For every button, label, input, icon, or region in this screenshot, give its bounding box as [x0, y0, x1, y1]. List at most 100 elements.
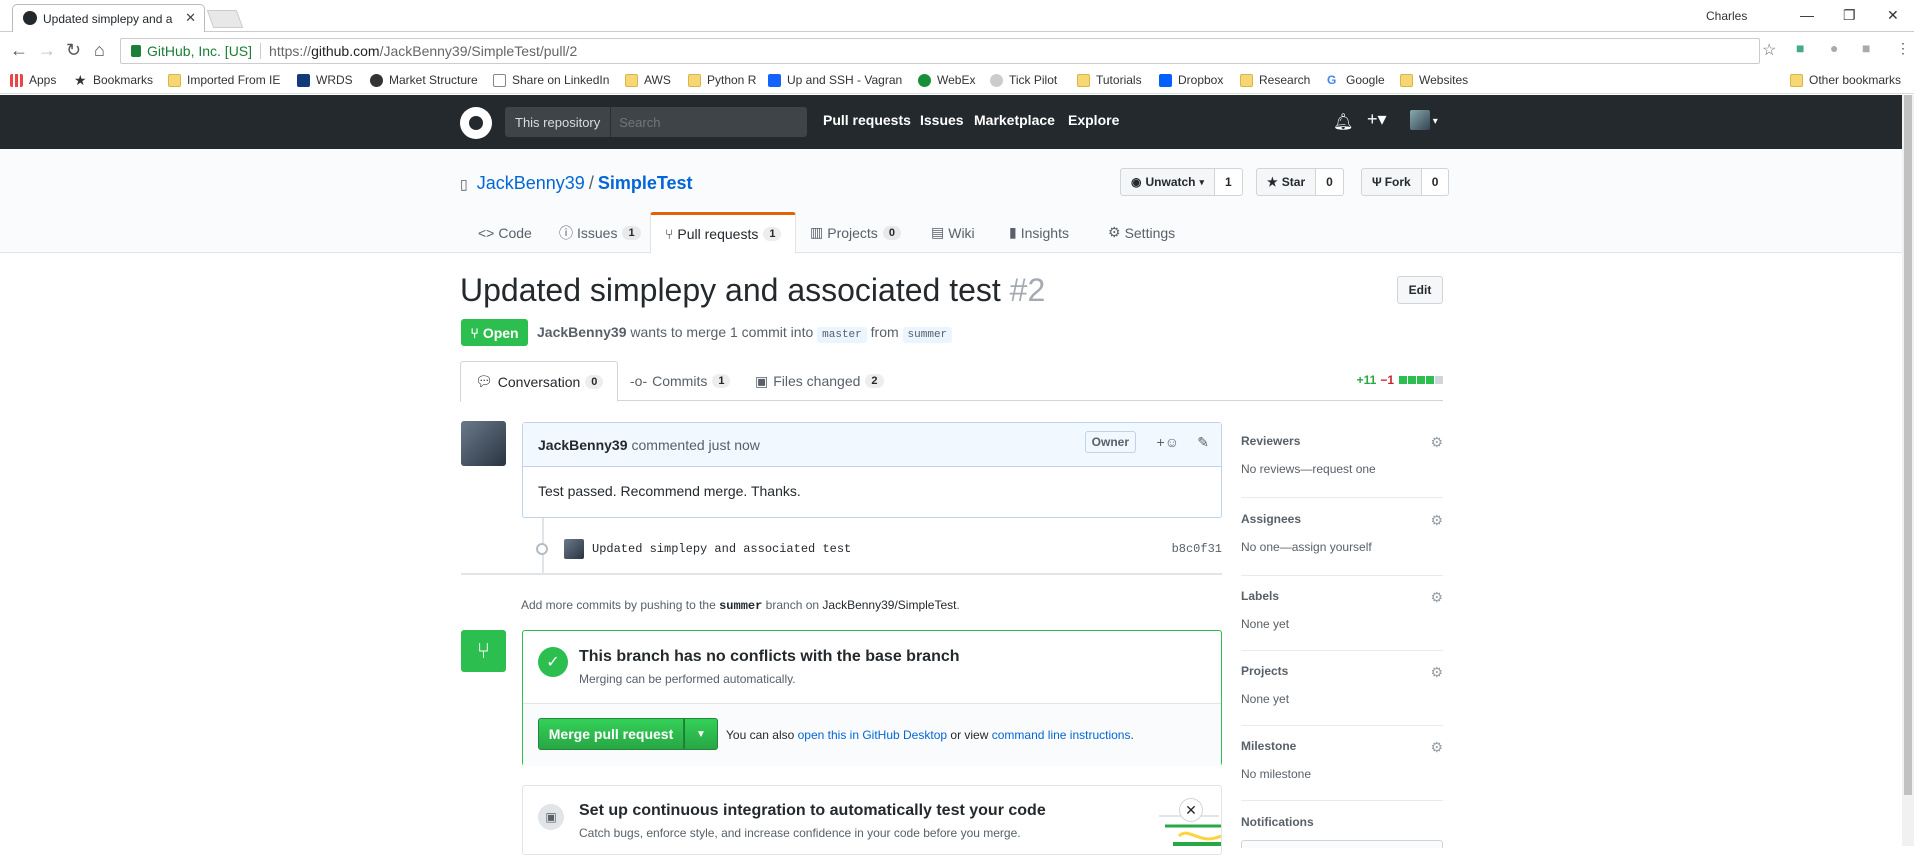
- gear-icon[interactable]: ⚙: [1430, 434, 1443, 451]
- star-bookmark-icon[interactable]: ☆: [1762, 40, 1776, 60]
- bookmark-websites[interactable]: Websites: [1400, 73, 1468, 87]
- folder-icon: [168, 73, 181, 87]
- repo-name-link[interactable]: SimpleTest: [598, 173, 693, 193]
- minimize-icon[interactable]: —: [1800, 7, 1814, 23]
- repo-owner-link[interactable]: JackBenny39: [477, 173, 585, 193]
- command-line-link[interactable]: command line instructions: [992, 728, 1131, 742]
- base-branch[interactable]: master: [817, 327, 867, 343]
- diffstat[interactable]: +11 −1: [1357, 373, 1443, 387]
- search-input[interactable]: [611, 114, 792, 130]
- gear-icon[interactable]: ⚙: [1430, 589, 1443, 606]
- profile-name[interactable]: Charles: [1706, 9, 1747, 23]
- new-tab-button[interactable]: [206, 10, 244, 28]
- commit-sha-link[interactable]: b8c0f31: [1172, 542, 1222, 556]
- tab-files-changed[interactable]: ▣ Files changed 2: [755, 361, 884, 401]
- restore-icon[interactable]: ❐: [1843, 7, 1856, 24]
- bookmark-linkedin[interactable]: Share on LinkedIn: [493, 73, 609, 87]
- fork-count[interactable]: 0: [1421, 168, 1450, 196]
- projects-count: 0: [882, 225, 901, 240]
- gear-icon[interactable]: ⚙: [1430, 739, 1443, 756]
- nav-issues[interactable]: Issues: [920, 112, 964, 128]
- head-branch[interactable]: summer: [902, 327, 953, 343]
- tab-projects[interactable]: ▥ Projects 0: [810, 212, 901, 253]
- comment-author-link[interactable]: JackBenny39: [538, 437, 628, 453]
- watch-count[interactable]: 1: [1215, 168, 1243, 196]
- forward-icon[interactable]: →: [38, 40, 56, 61]
- github-logo-icon[interactable]: [460, 107, 492, 139]
- github-desktop-link[interactable]: open this in GitHub Desktop: [798, 728, 947, 742]
- search-scope[interactable]: This repository: [505, 107, 612, 137]
- sidebar-heading: Assignees: [1241, 512, 1302, 526]
- fork-button[interactable]: Ψ Fork: [1361, 168, 1422, 196]
- bookmark-wrds[interactable]: WRDS: [297, 73, 353, 87]
- sidebar-value[interactable]: No one—assign yourself: [1241, 540, 1443, 554]
- tab-wiki[interactable]: ▤ Wiki: [931, 212, 975, 253]
- reload-icon[interactable]: ↻: [66, 40, 81, 61]
- menu-icon[interactable]: ⋮: [1896, 40, 1910, 57]
- close-tab-icon[interactable]: ✕: [185, 10, 196, 26]
- tab-insights[interactable]: ▮ Insights: [1009, 212, 1069, 253]
- back-icon[interactable]: ←: [10, 40, 28, 61]
- comment-time[interactable]: commented just now: [632, 437, 760, 453]
- add-reaction-icon[interactable]: +☺: [1157, 434, 1179, 450]
- edit-button[interactable]: Edit: [1397, 276, 1443, 304]
- tab-pull-requests[interactable]: ⑂ Pull requests 1: [650, 212, 797, 254]
- merge-options-dropdown[interactable]: ▼: [684, 718, 718, 750]
- folder-icon: [1240, 73, 1253, 87]
- sidebar-milestone: Milestone ⚙ No milestone: [1241, 739, 1443, 801]
- commit-message-link[interactable]: Updated simplepy and associated test: [592, 542, 851, 556]
- close-icon[interactable]: ✕: [1179, 798, 1203, 822]
- tab-conversation[interactable]: 💬︎ Conversation 0: [460, 361, 619, 402]
- tab-commits[interactable]: -o- Commits 1: [630, 361, 731, 401]
- avatar[interactable]: [564, 539, 584, 559]
- chevron-down-icon: ▾: [1430, 116, 1438, 128]
- bookmark-other[interactable]: Other bookmarks: [1790, 73, 1901, 87]
- plus-dropdown-icon[interactable]: +▾: [1367, 109, 1387, 130]
- extension-icon[interactable]: ●: [1830, 40, 1838, 56]
- merge-pull-request-button[interactable]: Merge pull request: [538, 718, 684, 750]
- bookmark-aws[interactable]: AWS: [625, 73, 671, 87]
- scrollbar-thumb[interactable]: [1904, 95, 1912, 795]
- sidebar-assignees: Assignees ⚙ No one—assign yourself: [1241, 512, 1443, 576]
- star-count[interactable]: 0: [1316, 168, 1344, 196]
- browser-tab[interactable]: Updated simplepy and a ✕: [12, 4, 205, 32]
- merge-box: ✓ This branch has no conflicts with the …: [522, 630, 1222, 766]
- pr-author-link[interactable]: JackBenny39: [537, 324, 627, 340]
- nav-explore[interactable]: Explore: [1068, 112, 1119, 128]
- bookmark-vagrant[interactable]: Up and SSH - Vagran: [768, 73, 902, 87]
- home-icon[interactable]: ⌂: [94, 40, 105, 61]
- gear-icon[interactable]: ⚙: [1430, 664, 1443, 681]
- bell-icon[interactable]: 🔔︎: [1333, 112, 1353, 132]
- subscribe-button[interactable]: [1241, 840, 1443, 848]
- tab-code[interactable]: <> Code: [478, 212, 532, 253]
- unwatch-button[interactable]: ◉ Unwatch ▾: [1120, 168, 1216, 196]
- tab-issues[interactable]: ⓘ Issues 1: [559, 212, 641, 253]
- bookmark-tutorials[interactable]: Tutorials: [1077, 73, 1142, 87]
- star-button[interactable]: ★ Star: [1256, 168, 1317, 196]
- extension-icon[interactable]: ■: [1796, 40, 1804, 56]
- bookmark-tick-pilot[interactable]: Tick Pilot: [990, 73, 1057, 87]
- nav-pull-requests[interactable]: Pull requests: [823, 112, 911, 128]
- bookmark-research[interactable]: Research: [1240, 73, 1310, 87]
- nav-marketplace[interactable]: Marketplace: [974, 112, 1055, 128]
- avatar-dropdown[interactable]: ▾: [1410, 110, 1438, 130]
- bookmark-webex[interactable]: WebEx: [918, 73, 975, 87]
- tab-settings[interactable]: ⚙ Settings: [1108, 212, 1175, 253]
- bookmark-apps[interactable]: Apps: [10, 73, 56, 87]
- bookmark-dropbox[interactable]: Dropbox: [1159, 73, 1223, 87]
- url-bar[interactable]: GitHub, Inc. [US] https://github.com/Jac…: [120, 38, 1760, 64]
- close-window-icon[interactable]: ✕: [1887, 7, 1899, 24]
- pr-title: Updated simplepy and associated test #2: [460, 272, 1046, 308]
- bookmark-python[interactable]: Python R: [688, 73, 756, 87]
- sidebar-heading: Milestone: [1241, 739, 1297, 753]
- bookmark-market-structure[interactable]: Market Structure: [370, 73, 478, 87]
- gear-icon[interactable]: ⚙: [1430, 512, 1443, 529]
- pencil-icon[interactable]: ✎: [1197, 434, 1209, 451]
- bookmark-imported[interactable]: Imported From IE: [168, 73, 280, 87]
- scrollbar[interactable]: [1902, 95, 1914, 846]
- bookmark-bookmarks[interactable]: ★ Bookmarks: [74, 73, 153, 88]
- sidebar-value[interactable]: No reviews—request one: [1241, 462, 1443, 476]
- extension-icon[interactable]: ■: [1862, 40, 1870, 56]
- bookmark-google[interactable]: G Google: [1327, 73, 1385, 87]
- avatar[interactable]: [461, 421, 506, 466]
